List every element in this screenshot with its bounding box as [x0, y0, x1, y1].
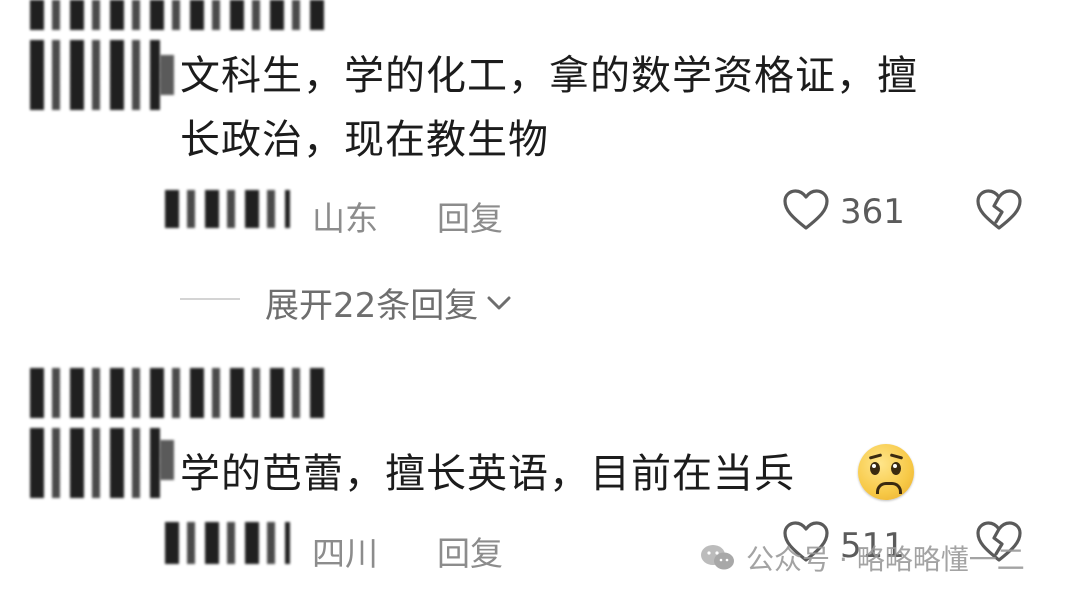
like-button[interactable] — [782, 188, 832, 236]
avatar-username-blur — [30, 428, 160, 498]
wechat-watermark: 公众号 · 略略略懂一二 — [700, 536, 1025, 580]
like-count: 361 — [840, 192, 905, 232]
expand-divider — [180, 298, 240, 300]
expand-replies-link[interactable]: 展开22条回复 — [265, 278, 512, 327]
comment-location: 四川 — [312, 534, 378, 573]
reply-button[interactable]: 回复 — [437, 192, 503, 240]
pleading-face-emoji — [858, 444, 914, 500]
username-blur-top — [30, 368, 325, 418]
heart-outline-icon — [783, 189, 829, 230]
expand-replies-label: 展开22条回复 — [265, 286, 479, 326]
comment-text-line: 学的芭蕾，擅长英语，目前在当兵 — [180, 444, 795, 504]
username-blur — [165, 190, 290, 228]
comment-text: 学的芭蕾，擅长英语，目前在当兵 — [180, 451, 795, 497]
avatar-username-blur-2 — [160, 55, 180, 95]
comment-text-line: 长政治，现在教生物 — [180, 117, 549, 163]
watermark-text: 公众号 · 略略略懂一二 — [746, 543, 1025, 576]
broken-heart-icon — [976, 189, 1022, 230]
reply-button[interactable]: 回复 — [437, 527, 503, 575]
comment-location: 山东 — [312, 199, 378, 238]
dislike-button[interactable] — [975, 188, 1025, 236]
avatar-username-blur-2 — [160, 440, 180, 480]
username-blur-top — [30, 0, 330, 30]
wechat-icon — [700, 543, 736, 573]
avatar-username-blur — [30, 40, 160, 110]
comment-text-line: 文科生，学的化工，拿的数学资格证，擅 — [180, 53, 918, 99]
username-blur — [165, 522, 290, 564]
chevron-down-icon — [487, 296, 511, 309]
